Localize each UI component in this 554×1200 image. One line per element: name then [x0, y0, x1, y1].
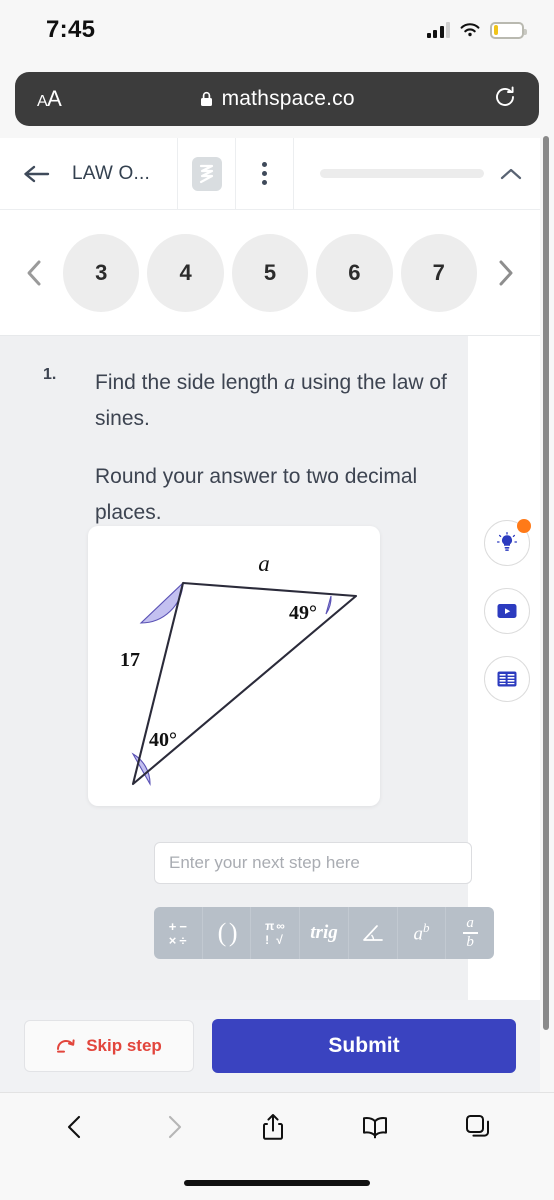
status-icons [426, 21, 527, 39]
video-play-icon [497, 604, 517, 618]
pagination-label: 3 [95, 259, 108, 285]
skip-step-label: Skip step [86, 1036, 162, 1055]
triangle-figure: a 17 49° 40° [120, 551, 358, 787]
math-keyboard-toolbar: + − × ÷ ( ) π ∞! √ trig ab ab [154, 907, 494, 959]
kebab-menu-icon[interactable] [236, 138, 294, 209]
status-clock: 7:45 [46, 16, 96, 43]
safari-back-button[interactable] [62, 1112, 88, 1147]
status-bar: 7:45 [0, 0, 554, 60]
label-side-17: 17 [120, 649, 140, 671]
progress-bar [320, 169, 484, 178]
safari-url-bar[interactable]: AA mathspace.co [15, 72, 539, 126]
action-footer: Skip step Submit [0, 1000, 540, 1092]
label-angle-40: 40° [149, 729, 177, 751]
arrow-left-icon[interactable] [22, 162, 52, 186]
lock-icon [200, 91, 212, 106]
question-line-1-before: Find the side length [95, 371, 285, 394]
question-number: 1. [43, 366, 57, 383]
table-reference-icon [497, 671, 517, 687]
iphone-screen: 7:45 AA mathspace.co LAW O... 3 4 5 6 7 … [0, 0, 554, 1200]
chevron-up-icon[interactable] [498, 165, 524, 183]
pagination-label: 4 [179, 259, 192, 285]
app-header: LAW O... [0, 138, 540, 210]
lightbulb-icon [496, 531, 518, 551]
pagination-next-button[interactable] [483, 257, 528, 289]
hint-badge [517, 519, 531, 533]
video-button[interactable] [484, 588, 530, 634]
parentheses-key[interactable]: ( ) [203, 907, 252, 959]
pagination-prev-button[interactable] [12, 257, 57, 289]
constants-roots-glyph: π ∞! √ [265, 918, 285, 947]
operators-key[interactable]: + − × ÷ [154, 907, 203, 959]
angle-arc-bottom-40 [131, 752, 151, 787]
parentheses-glyph: ( ) [217, 918, 238, 947]
safari-bottom-bar [0, 1092, 554, 1200]
book-icon [363, 1116, 388, 1138]
reference-button[interactable] [484, 656, 530, 702]
fraction-glyph: ab [462, 916, 478, 950]
header-left-group[interactable]: LAW O... [0, 138, 178, 209]
pagination-page-7[interactable]: 7 [400, 233, 477, 312]
pagination-page-3[interactable]: 3 [63, 233, 140, 312]
pagination-label: 5 [263, 259, 277, 285]
answer-placeholder: Enter your next step here [169, 853, 360, 872]
skip-arrow-icon [57, 1039, 75, 1053]
angle-arc-right-49 [325, 595, 332, 615]
question-line-1: Find the side length a using the law of … [95, 364, 450, 437]
trig-glyph: trig [310, 922, 338, 943]
chevron-left-icon [68, 1115, 81, 1138]
constants-roots-key[interactable]: π ∞! √ [251, 907, 301, 959]
triangle-diagram-card: a 17 49° 40° [88, 526, 380, 806]
mathspace-logo-button[interactable] [178, 138, 236, 209]
url-display[interactable]: mathspace.co [61, 87, 493, 111]
progress-area [294, 138, 540, 209]
side-action-buttons [484, 519, 531, 702]
text-size-button[interactable]: AA [37, 86, 62, 112]
pagination-label: 6 [348, 259, 361, 285]
reload-icon[interactable] [493, 85, 517, 114]
page-title: LAW O... [72, 162, 150, 184]
safari-bookmarks-button[interactable] [359, 1114, 391, 1145]
pagination-page-6[interactable]: 6 [316, 233, 393, 312]
variable-a: a [284, 369, 296, 394]
tabs-icon [465, 1114, 489, 1137]
label-side-a: a [258, 551, 270, 576]
angle-arc-top [139, 581, 184, 624]
battery-low-icon [490, 21, 527, 39]
share-icon [262, 1113, 283, 1140]
pagination-page-4[interactable]: 4 [147, 233, 224, 312]
safari-toolbar-icons [0, 1101, 554, 1157]
fraction-key[interactable]: ab [446, 907, 494, 959]
angle-icon [362, 925, 383, 941]
answer-input[interactable]: Enter your next step here [154, 842, 472, 884]
operators-glyph: + − × ÷ [168, 918, 187, 948]
trig-key[interactable]: trig [300, 907, 349, 959]
exponent-glyph: ab [413, 920, 430, 945]
submit-label: Submit [328, 1034, 400, 1057]
cellular-bars-icon [426, 22, 450, 38]
vertical-scrollbar[interactable] [543, 136, 549, 1030]
question-text: Find the side length a using the law of … [95, 364, 450, 531]
safari-forward-button[interactable] [161, 1112, 187, 1147]
home-indicator [184, 1180, 370, 1186]
safari-tabs-button[interactable] [464, 1113, 492, 1146]
pagination-page-5[interactable]: 5 [231, 233, 309, 312]
angle-key[interactable] [349, 907, 398, 959]
skip-step-button[interactable]: Skip step [24, 1020, 194, 1072]
safari-share-button[interactable] [259, 1111, 287, 1148]
chevron-right-icon [168, 1115, 181, 1138]
url-text: mathspace.co [221, 87, 355, 110]
submit-button[interactable]: Submit [212, 1019, 516, 1073]
pagination-bar: 3 4 5 6 7 [0, 210, 540, 336]
hint-button[interactable] [484, 519, 531, 566]
question-line-2: Round your answer to two decimal places. [95, 465, 418, 524]
label-angle-49: 49° [289, 602, 317, 624]
wifi-icon [460, 23, 480, 37]
mathspace-logo-icon [191, 156, 222, 191]
exponent-key[interactable]: ab [398, 907, 447, 959]
pagination-label: 7 [432, 259, 445, 285]
